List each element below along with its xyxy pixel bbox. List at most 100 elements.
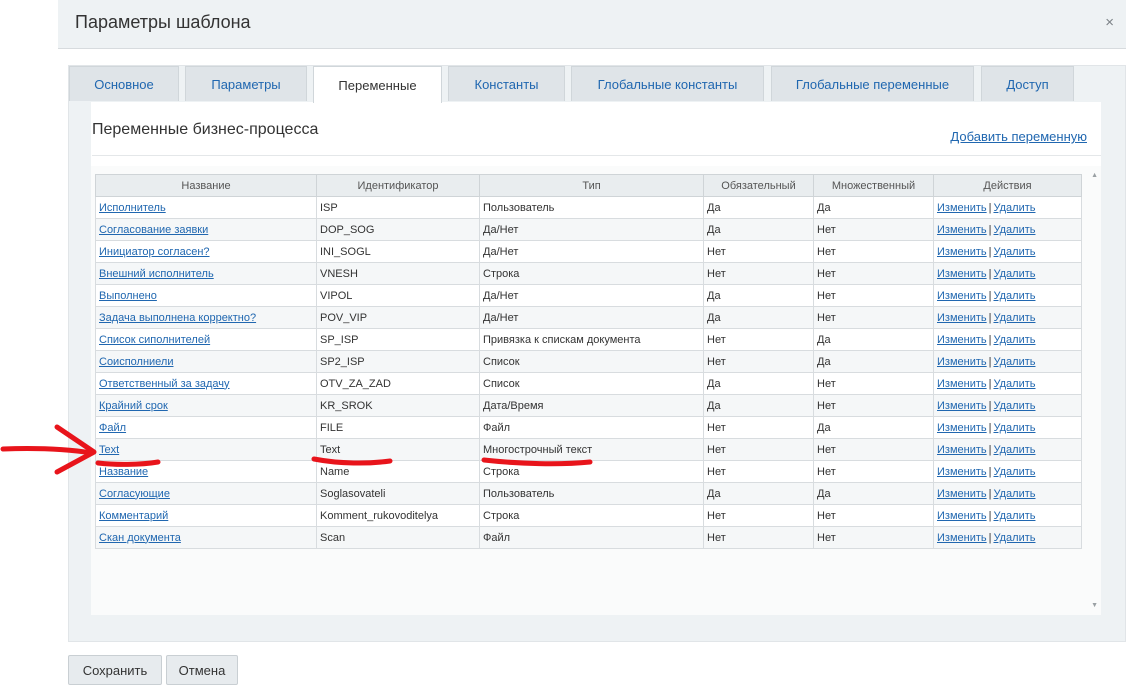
variable-name-link[interactable]: Выполнено — [99, 290, 157, 302]
variable-name-link[interactable]: Согласующие — [99, 488, 170, 500]
add-variable-link[interactable]: Добавить переменную — [950, 129, 1087, 144]
cell-required: Нет — [703, 526, 814, 549]
column-header-multiple[interactable]: Множественный — [813, 174, 934, 197]
cell-multiple: Да — [813, 196, 934, 219]
tab-access[interactable]: Доступ — [981, 66, 1074, 101]
cell-required: Нет — [703, 328, 814, 351]
scroll-down-icon[interactable]: ▼ — [1091, 602, 1098, 609]
delete-link[interactable]: Удалить — [993, 246, 1035, 258]
cell-name: Согласующие — [95, 482, 317, 505]
column-header-type[interactable]: Тип — [479, 174, 704, 197]
vertical-scrollbar[interactable]: ▲ ▼ — [1087, 166, 1101, 615]
cell-multiple: Да — [813, 416, 934, 439]
delete-link[interactable]: Удалить — [993, 312, 1035, 324]
table-scroll-area[interactable]: Название Идентификатор Тип Обязательный … — [91, 166, 1101, 615]
delete-link[interactable]: Удалить — [993, 444, 1035, 456]
column-header-required[interactable]: Обязательный — [703, 174, 814, 197]
edit-link[interactable]: Изменить — [937, 334, 987, 346]
variable-name-link[interactable]: Задача выполнена корректно? — [99, 312, 256, 324]
cell-type: Список — [479, 350, 704, 373]
variable-name-link[interactable]: Исполнитель — [99, 202, 166, 214]
cell-actions: Изменить | Удалить — [933, 262, 1082, 285]
tab-variables[interactable]: Переменные — [313, 66, 442, 103]
table-row: Соисполниели SP2_ISP Список Нет Да Изменить | У… — [95, 350, 1082, 373]
tab-global-constants[interactable]: Глобальные константы — [571, 66, 764, 101]
edit-link[interactable]: Изменить — [937, 488, 987, 500]
cell-name: Инициатор согласен? — [95, 240, 317, 263]
delete-link[interactable]: Удалить — [993, 422, 1035, 434]
delete-link[interactable]: Удалить — [993, 532, 1035, 544]
tab-constants[interactable]: Константы — [448, 66, 565, 101]
cell-actions: Изменить | Удалить — [933, 240, 1082, 263]
cell-required: Нет — [703, 416, 814, 439]
edit-link[interactable]: Изменить — [937, 202, 987, 214]
cell-multiple: Нет — [813, 394, 934, 417]
delete-link[interactable]: Удалить — [993, 488, 1035, 500]
scroll-up-icon[interactable]: ▲ — [1091, 172, 1098, 179]
table-row: Список сиполнителей SP_ISP Привязка к спис… — [95, 328, 1082, 351]
edit-link[interactable]: Изменить — [937, 444, 987, 456]
delete-link[interactable]: Удалить — [993, 290, 1035, 302]
delete-link[interactable]: Удалить — [993, 224, 1035, 236]
delete-link[interactable]: Удалить — [993, 400, 1035, 412]
variable-name-link[interactable]: Название — [99, 466, 148, 478]
cell-required: Да — [703, 394, 814, 417]
cell-id: Komment_rukovoditelya — [316, 504, 480, 527]
variable-name-link[interactable]: Согласование заявки — [99, 224, 208, 236]
column-header-name[interactable]: Название — [95, 174, 317, 197]
cell-type: Строка — [479, 460, 704, 483]
edit-link[interactable]: Изменить — [937, 510, 987, 522]
edit-link[interactable]: Изменить — [937, 466, 987, 478]
delete-link[interactable]: Удалить — [993, 356, 1035, 368]
delete-link[interactable]: Удалить — [993, 466, 1035, 478]
delete-link[interactable]: Удалить — [993, 202, 1035, 214]
cell-name: Задача выполнена корректно? — [95, 306, 317, 329]
table-row: Text Text Многострочный текст Нет Нет Изменит… — [95, 438, 1082, 461]
cell-id: Name — [316, 460, 480, 483]
variable-name-link[interactable]: Файл — [99, 422, 126, 434]
variable-name-link[interactable]: Text — [99, 444, 119, 456]
delete-link[interactable]: Удалить — [993, 510, 1035, 522]
edit-link[interactable]: Изменить — [937, 378, 987, 390]
edit-link[interactable]: Изменить — [937, 422, 987, 434]
cancel-button[interactable]: Отмена — [166, 655, 238, 685]
cell-id: Soglasovateli — [316, 482, 480, 505]
cell-multiple: Нет — [813, 284, 934, 307]
variable-name-link[interactable]: Соисполниели — [99, 356, 174, 368]
delete-link[interactable]: Удалить — [993, 378, 1035, 390]
table-row: Выполнено VIPOL Да/Нет Да Нет Изменить | Удалит… — [95, 284, 1082, 307]
variable-name-link[interactable]: Ответственный за задачу — [99, 378, 230, 390]
cell-required: Да — [703, 284, 814, 307]
tab-parameters[interactable]: Параметры — [185, 66, 307, 101]
variable-name-link[interactable]: Комментарий — [99, 510, 168, 522]
delete-link[interactable]: Удалить — [993, 334, 1035, 346]
table-header-row: Название Идентификатор Тип Обязательный … — [95, 174, 1082, 197]
edit-link[interactable]: Изменить — [937, 268, 987, 280]
cell-required: Нет — [703, 262, 814, 285]
edit-link[interactable]: Изменить — [937, 290, 987, 302]
edit-link[interactable]: Изменить — [937, 246, 987, 258]
delete-link[interactable]: Удалить — [993, 268, 1035, 280]
variable-name-link[interactable]: Внешний исполнитель — [99, 268, 214, 280]
save-button[interactable]: Сохранить — [68, 655, 162, 685]
variable-name-link[interactable]: Крайний срок — [99, 400, 168, 412]
cell-actions: Изменить | Удалить — [933, 394, 1082, 417]
divider — [92, 155, 1101, 156]
tab-main[interactable]: Основное — [69, 66, 179, 101]
cell-type: Привязка к спискам документа — [479, 328, 704, 351]
cell-type: Строка — [479, 504, 704, 527]
edit-link[interactable]: Изменить — [937, 400, 987, 412]
variable-name-link[interactable]: Скан документа — [99, 532, 181, 544]
variable-name-link[interactable]: Список сиполнителей — [99, 334, 210, 346]
column-header-id[interactable]: Идентификатор — [316, 174, 480, 197]
tab-global-variables[interactable]: Глобальные переменные — [771, 66, 974, 101]
close-icon[interactable]: × — [1105, 14, 1114, 31]
edit-link[interactable]: Изменить — [937, 224, 987, 236]
edit-link[interactable]: Изменить — [937, 532, 987, 544]
variable-name-link[interactable]: Инициатор согласен? — [99, 246, 210, 258]
edit-link[interactable]: Изменить — [937, 312, 987, 324]
table-row: Крайний срок KR_SROK Дата/Время Да Нет Измени… — [95, 394, 1082, 417]
edit-link[interactable]: Изменить — [937, 356, 987, 368]
cell-actions: Изменить | Удалить — [933, 306, 1082, 329]
cell-required: Да — [703, 218, 814, 241]
